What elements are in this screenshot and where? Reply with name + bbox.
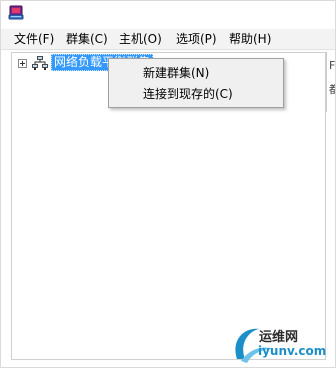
detail-pane-row-fragment: 都 [329,81,335,97]
title-bar [1,1,335,27]
main-window: 文件(F) 群集(C) 主机(O) 选项(P) 帮助(H) 网络负载平衡群集 F… [0,0,336,368]
detail-pane-header-fragment: F [329,59,336,72]
menu-help[interactable]: 帮助(H) [229,31,271,47]
context-menu: 新建群集(N) 连接到现存的(C) [108,58,284,108]
menu-file[interactable]: 文件(F) [14,31,54,47]
menu-bar: 文件(F) 群集(C) 主机(O) 选项(P) 帮助(H) [1,29,335,50]
context-menu-connect-existing[interactable]: 连接到现存的(C) [143,84,233,104]
network-cluster-icon [32,56,48,70]
nlb-manager-icon[interactable] [8,5,24,21]
menu-cluster[interactable]: 群集(C) [66,31,108,47]
menu-options[interactable]: 选项(P) [176,31,217,47]
detail-pane: F 都 [326,52,336,112]
watermark-text-top: 运维网 [259,330,299,345]
menu-host[interactable]: 主机(O) [119,31,162,47]
context-menu-new-cluster[interactable]: 新建群集(N) [143,63,209,83]
plus-expander-icon[interactable] [18,59,27,68]
watermark-text-bottom: iyunv.com [258,344,327,358]
